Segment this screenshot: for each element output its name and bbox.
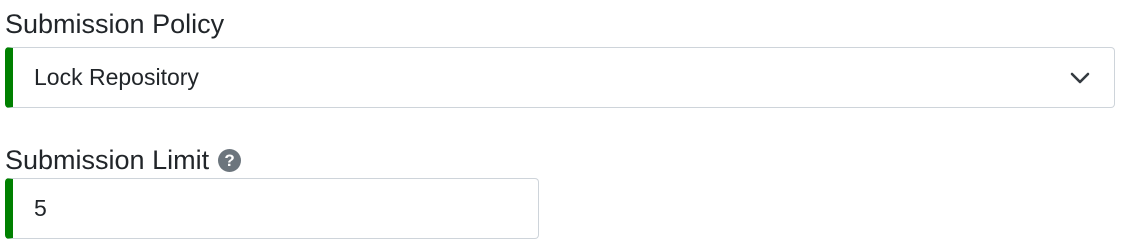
submission-limit-group: Submission Limit ? 5 (5, 142, 539, 239)
submission-limit-label: Submission Limit ? (5, 142, 539, 178)
submission-policy-select[interactable]: Lock Repository (5, 47, 1115, 108)
submission-limit-value: 5 (34, 195, 47, 221)
submission-policy-selected-value: Lock Repository (34, 64, 199, 90)
submission-limit-input[interactable]: 5 (5, 178, 539, 239)
submission-policy-label-text: Submission Policy (5, 9, 225, 39)
submission-policy-group: Submission Policy Lock Repository (5, 6, 1115, 108)
submission-policy-label: Submission Policy (5, 6, 1115, 42)
submission-limit-label-text: Submission Limit (5, 145, 210, 175)
question-circle-icon[interactable]: ? (218, 148, 242, 172)
chevron-down-icon (1070, 72, 1090, 83)
